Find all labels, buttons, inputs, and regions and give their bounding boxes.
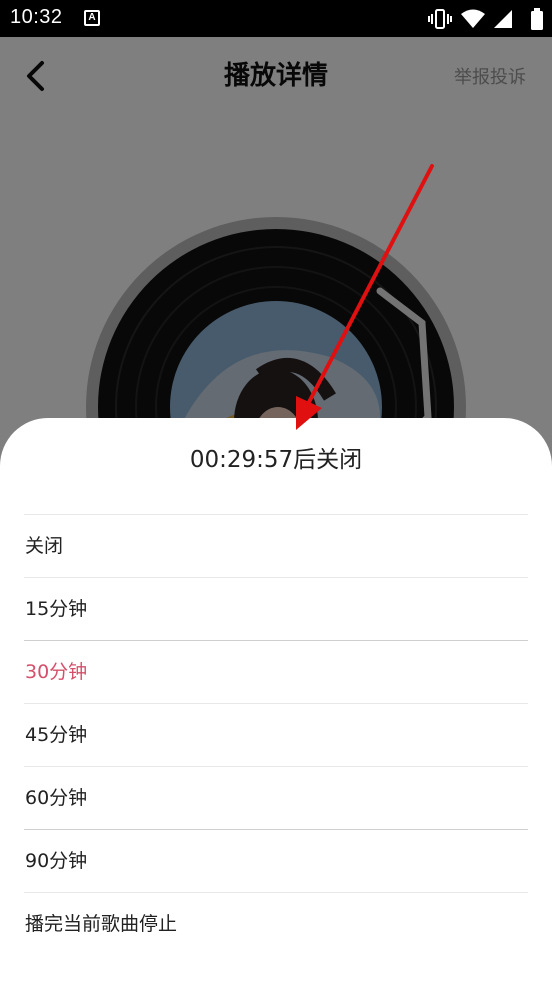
timer-option-after-song[interactable]: 播完当前歌曲停止 bbox=[24, 892, 528, 955]
timer-option-45min[interactable]: 45分钟 bbox=[24, 703, 528, 766]
sleep-timer-sheet: 00:29:57后关闭 关闭 15分钟 30分钟 45分钟 60分钟 90分钟 … bbox=[0, 418, 552, 981]
a-box-icon: A bbox=[84, 10, 100, 26]
vibrate-icon bbox=[428, 9, 452, 29]
battery-icon bbox=[531, 8, 543, 30]
countdown-title: 00:29:57后关闭 bbox=[189, 447, 363, 473]
timer-option-90min[interactable]: 90分钟 bbox=[24, 829, 528, 892]
status-time: 10:32 bbox=[10, 6, 63, 28]
wifi-icon bbox=[461, 9, 485, 28]
signal-icon bbox=[494, 10, 512, 28]
timer-option-list: 关闭 15分钟 30分钟 45分钟 60分钟 90分钟 播完当前歌曲停止 bbox=[24, 514, 528, 955]
timer-option-off[interactable]: 关闭 bbox=[24, 514, 528, 577]
timer-option-30min[interactable]: 30分钟 bbox=[24, 640, 528, 703]
phone-screen: 播放详情 举报投诉 bbox=[0, 0, 552, 981]
timer-option-15min[interactable]: 15分钟 bbox=[24, 577, 528, 640]
status-bar: 10:32 A bbox=[0, 0, 552, 37]
timer-option-60min[interactable]: 60分钟 bbox=[24, 766, 528, 829]
